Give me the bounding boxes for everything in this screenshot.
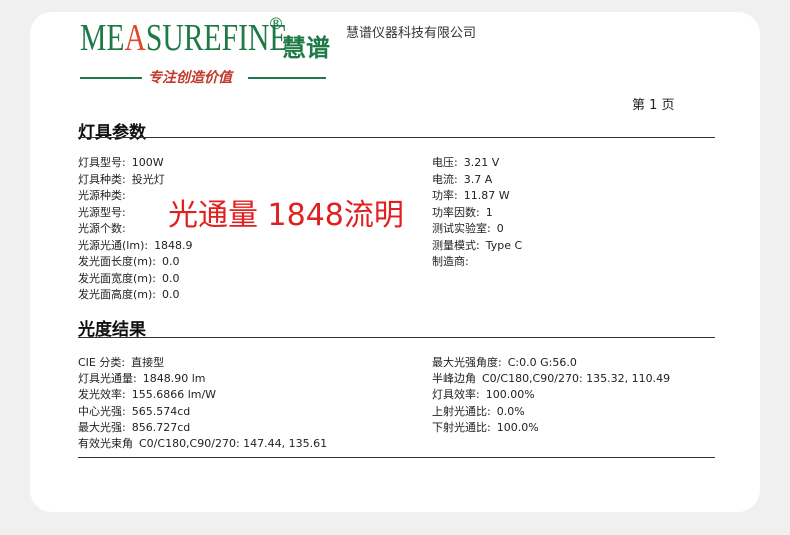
param-row: 光源光通(lm): 1848.9	[78, 237, 193, 253]
param-label: 发光效率:	[78, 388, 126, 402]
param-row: 上射光通比: 0.0%	[432, 403, 525, 419]
param-label: 功率:	[432, 189, 458, 202]
param-row: 功率因数: 1	[432, 204, 493, 220]
param-value: 0.0	[162, 288, 180, 301]
param-label: 电流:	[432, 172, 458, 186]
param-value: 856.727cd	[131, 420, 191, 434]
param-value: 1	[485, 205, 493, 219]
slogan-text: 专注创造价值	[148, 70, 232, 86]
param-row: 电流: 3.7 A	[432, 171, 492, 187]
param-label: 有效光束角	[78, 437, 133, 450]
param-value: Type C	[485, 238, 523, 252]
param-row: 光源种类:	[78, 187, 132, 203]
param-row: 电压: 3.21 V	[432, 154, 499, 170]
param-row: 灯具种类: 投光灯	[78, 171, 165, 187]
param-label: 中心光强:	[78, 404, 126, 418]
param-label: 发光面宽度(m):	[78, 271, 157, 285]
param-row: 测量模式: Type C	[432, 237, 522, 253]
param-value: 3.21 V	[463, 156, 500, 169]
param-value: 0.0	[162, 255, 180, 268]
param-row: 灯具光通量: 1848.90 lm	[78, 370, 205, 386]
param-value: 1848.90 lm	[142, 372, 206, 386]
param-label: 上射光通比:	[432, 404, 491, 418]
param-label: 灯具型号:	[78, 156, 126, 169]
param-row: CIE 分类: 直接型	[78, 354, 164, 370]
param-label: 灯具光通量:	[78, 372, 137, 386]
param-label: 光源型号:	[78, 205, 126, 219]
slogan-line-right	[248, 77, 326, 79]
param-value: C0/C180,C90/270: 147.44, 135.61	[139, 437, 328, 450]
param-value: 100W	[131, 156, 164, 169]
slogan-line-left	[80, 77, 142, 79]
param-value: 0.0	[162, 271, 180, 285]
divider	[78, 457, 715, 458]
param-row: 光源个数:	[78, 220, 132, 236]
param-value: 11.87 W	[463, 189, 510, 202]
logo-accent-letter: A	[124, 17, 146, 59]
param-label: 光源种类:	[78, 189, 126, 202]
param-label: 发光面高度(m):	[78, 288, 157, 301]
param-row: 最大光强: 856.727cd	[78, 419, 190, 435]
param-label: CIE 分类:	[78, 356, 126, 369]
param-row: 发光效率: 155.6866 lm/W	[78, 386, 216, 402]
param-label: 光源个数:	[78, 222, 126, 235]
param-label: 测试实验室:	[432, 222, 491, 235]
param-label: 发光面长度(m):	[78, 255, 157, 268]
param-value: C0/C180,C90/270: 135.32, 110.49	[482, 372, 671, 386]
param-row: 最大光强角度: C:0.0 G:56.0	[432, 354, 577, 370]
param-label: 下射光通比:	[432, 420, 491, 434]
param-label: 最大光强角度:	[432, 356, 502, 369]
logo-chinese-name: 慧谱	[282, 34, 330, 62]
param-label: 光源光通(lm):	[78, 238, 149, 252]
param-value: 565.574cd	[131, 404, 191, 418]
param-label: 功率因数:	[432, 205, 480, 219]
param-label: 测量模式:	[432, 238, 480, 252]
param-label: 最大光强:	[78, 420, 126, 434]
param-row: 制造商:	[432, 253, 475, 269]
param-row: 发光面长度(m): 0.0	[78, 253, 180, 269]
param-value: 3.7 A	[463, 172, 493, 186]
param-value: 0.0%	[496, 404, 525, 418]
param-row: 光源型号:	[78, 204, 132, 220]
param-label: 灯具效率:	[432, 388, 480, 402]
luminous-flux-overlay: 光通量 1848流明	[168, 198, 404, 233]
param-label: 半峰边角	[432, 372, 476, 386]
param-value: 100.00%	[485, 388, 535, 402]
param-value: 155.6866 lm/W	[131, 388, 217, 402]
param-label: 制造商:	[432, 255, 469, 268]
param-row: 中心光强: 565.574cd	[78, 403, 190, 419]
param-row: 半峰边角 C0/C180,C90/270: 135.32, 110.49	[432, 370, 670, 386]
param-row: 灯具效率: 100.00%	[432, 386, 535, 402]
param-value: 100.0%	[496, 420, 539, 434]
page-number: 第 1 页	[632, 98, 675, 113]
param-row: 灯具型号: 100W	[78, 154, 164, 170]
divider	[78, 137, 715, 138]
param-value: 0	[496, 222, 504, 235]
param-row: 下射光通比: 100.0%	[432, 419, 539, 435]
logo-wordmark: MEASUREFINE	[80, 17, 288, 59]
param-row: 功率: 11.87 W	[432, 187, 510, 203]
param-value: C:0.0 G:56.0	[507, 356, 577, 369]
param-row: 发光面高度(m): 0.0	[78, 286, 180, 302]
logo-slogan: 专注创造价值	[80, 66, 326, 86]
param-label: 灯具种类:	[78, 172, 126, 186]
section-title-lamp: 灯具参数	[78, 123, 146, 143]
company-name: 慧谱仪器科技有限公司	[346, 26, 477, 41]
param-row: 测试实验室: 0	[432, 220, 504, 236]
param-row: 有效光束角 C0/C180,C90/270: 147.44, 135.61	[78, 435, 327, 451]
param-value: 直接型	[131, 356, 165, 369]
company-logo: MEASUREFINE ® 慧谱 专注创造价值	[80, 14, 330, 92]
param-value: 投光灯	[131, 172, 165, 186]
param-row: 发光面宽度(m): 0.0	[78, 270, 180, 286]
param-label: 电压:	[432, 156, 458, 169]
divider	[78, 337, 715, 338]
param-value: 1848.9	[154, 238, 193, 252]
